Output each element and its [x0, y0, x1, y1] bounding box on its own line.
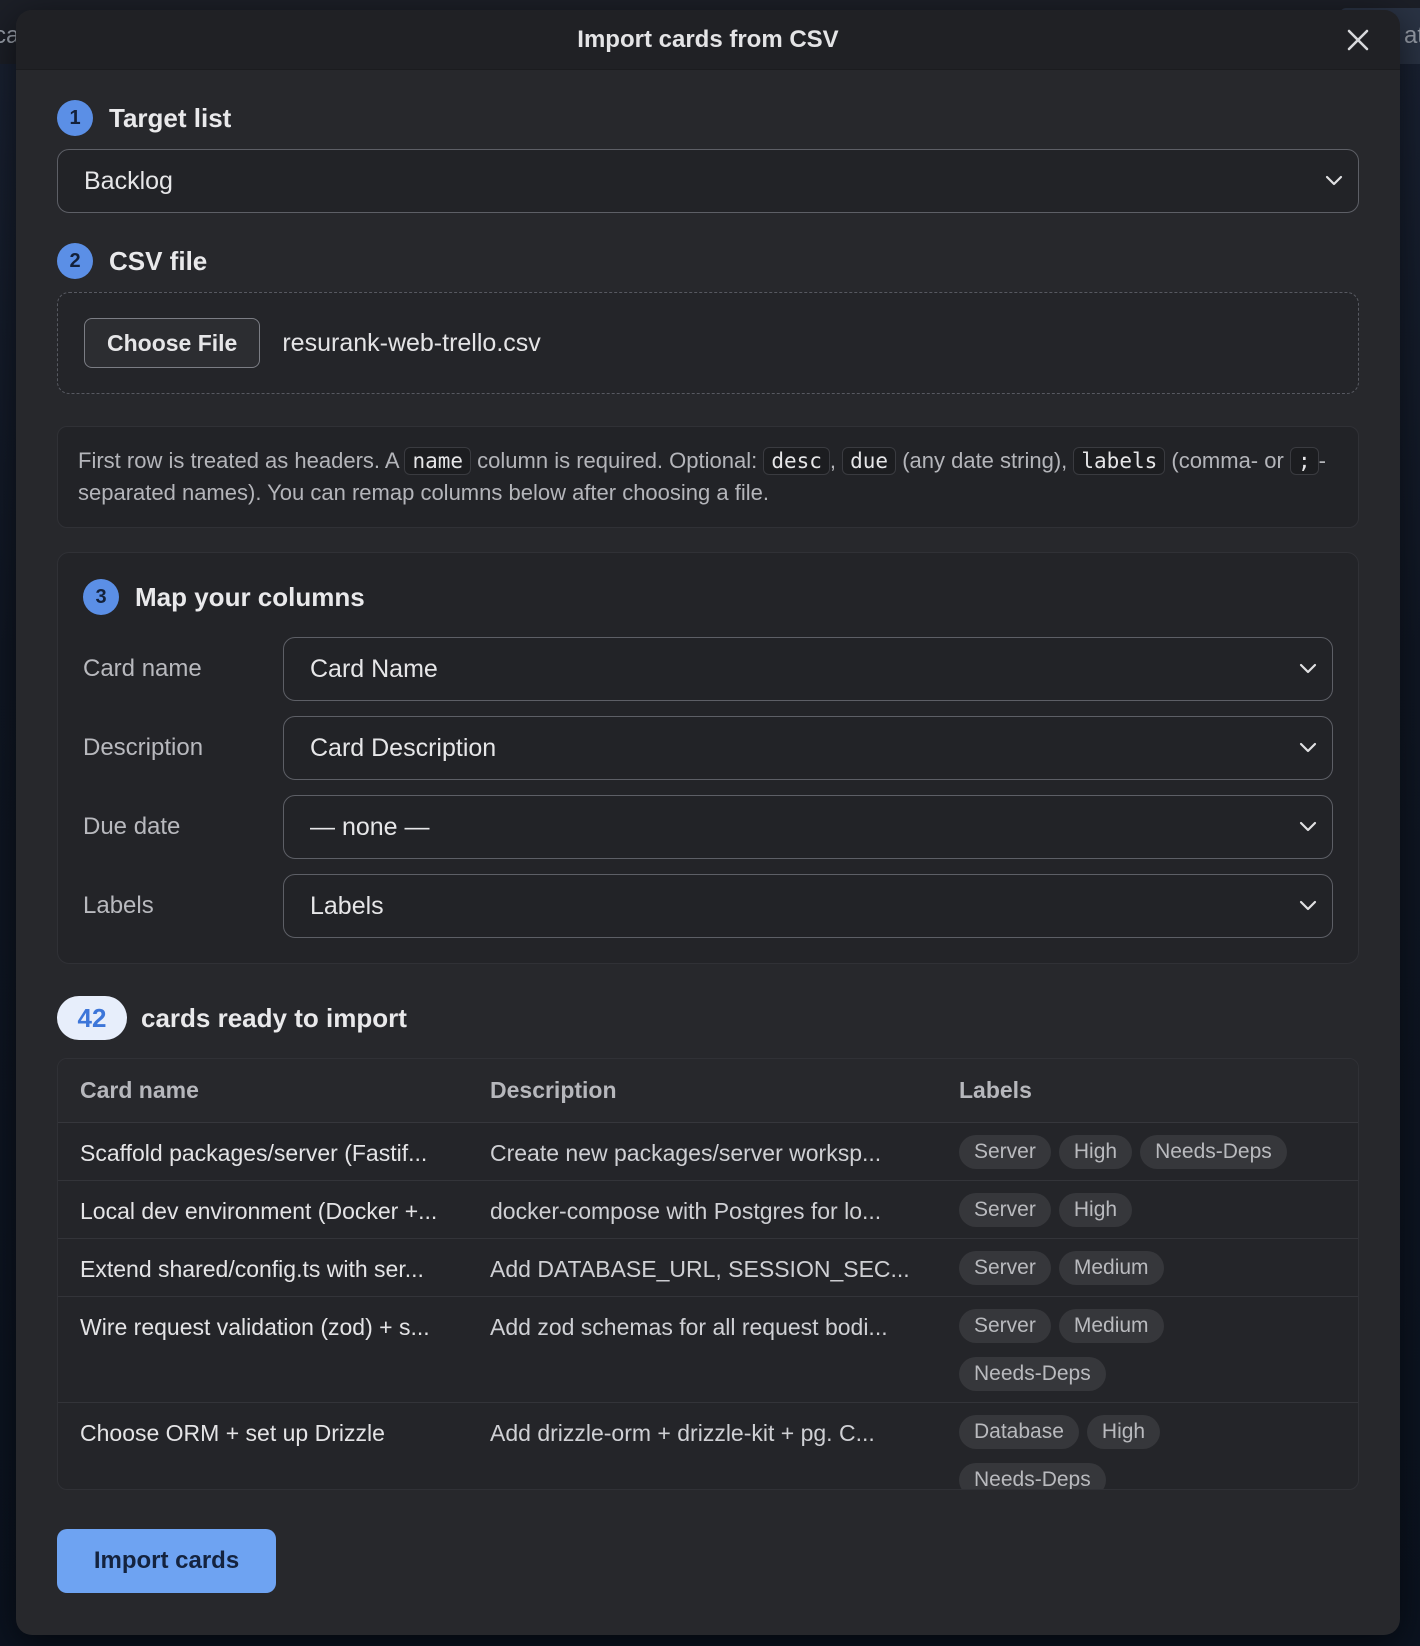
step-title: Target list [109, 102, 232, 133]
label-tag: High [1058, 1193, 1133, 1227]
mapping-row-description: Description Card Description [83, 716, 1333, 780]
table-header: Card name Description Labels [58, 1059, 1358, 1123]
card-name-cell: Scaffold packages/server (Fastif... [80, 1140, 428, 1166]
chevron-down-icon [1299, 742, 1317, 753]
hint-text: , [829, 448, 843, 473]
step-target-list-header: 1 Target list [57, 100, 1359, 136]
select-value: Card Description [310, 733, 497, 762]
close-icon [1347, 29, 1369, 51]
card-count-badge: 42 [57, 996, 127, 1040]
chevron-down-icon [1299, 821, 1317, 832]
label-tag: Server [959, 1309, 1051, 1343]
labels-cell: Server Medium [959, 1251, 1309, 1296]
preview-table[interactable]: Card name Description Labels Scaffold pa… [57, 1058, 1359, 1490]
due-date-column-select[interactable]: — none — [283, 795, 1333, 859]
step-csv-file-header: 2 CSV file [57, 243, 1359, 279]
ready-text: cards ready to import [141, 1002, 407, 1033]
description-cell: docker-compose with Postgres for lo... [490, 1198, 882, 1224]
labels-cell: Server Medium Needs-Deps [959, 1309, 1309, 1402]
hint-text: (any date string), [896, 448, 1074, 473]
mapping-label: Due date [83, 813, 181, 840]
label-tag: Needs-Deps [1140, 1135, 1287, 1169]
select-value: — none — [310, 812, 430, 841]
label-tag: Server [959, 1251, 1051, 1285]
labels-cell: Database High Needs-Deps [959, 1415, 1309, 1489]
column-header: Description [490, 1077, 617, 1103]
label-tag: Server [959, 1135, 1051, 1169]
select-value: Labels [310, 891, 384, 920]
labels-cell: Server High [959, 1193, 1309, 1238]
labels-cell: Server High Needs-Deps [959, 1135, 1309, 1180]
mapping-row-due-date: Due date — none — [83, 795, 1333, 859]
step-title: CSV file [109, 245, 208, 276]
hint-text: column is required. Optional: [471, 448, 764, 473]
card-name-cell: Choose ORM + set up Drizzle [80, 1420, 385, 1446]
dialog-title: Import cards from CSV [577, 25, 839, 53]
description-cell: Add zod schemas for all request bodi... [490, 1314, 888, 1340]
chevron-down-icon [1325, 175, 1343, 186]
chevron-down-icon [1299, 663, 1317, 674]
card-name-cell: Extend shared/config.ts with ser... [80, 1256, 424, 1282]
target-list-select[interactable]: Backlog [57, 149, 1359, 213]
table-row: Extend shared/config.ts with ser... Add … [58, 1239, 1358, 1297]
card-name-column-select[interactable]: Card Name [283, 637, 1333, 701]
label-tag: Needs-Deps [959, 1463, 1106, 1489]
column-header: Labels [959, 1077, 1032, 1103]
target-list-value: Backlog [84, 166, 173, 195]
label-tag: Server [959, 1193, 1051, 1227]
choose-file-button[interactable]: Choose File [84, 318, 261, 368]
code-labels: labels [1073, 447, 1166, 475]
hint-text: (comma- or [1165, 448, 1290, 473]
step-map-columns-header: 3 Map your columns [83, 579, 1333, 615]
background-text: at [1403, 22, 1420, 49]
file-drop-zone[interactable]: Choose File resurank-web-trello.csv [57, 292, 1359, 394]
description-cell: Create new packages/server worksp... [490, 1140, 882, 1166]
select-value: Card Name [310, 654, 438, 683]
table-row: Scaffold packages/server (Fastif... Crea… [58, 1123, 1358, 1181]
close-button[interactable] [1342, 24, 1374, 56]
label-tag: Medium [1058, 1251, 1164, 1285]
description-column-select[interactable]: Card Description [283, 716, 1333, 780]
label-tag: Medium [1058, 1309, 1164, 1343]
column-mapping-panel: 3 Map your columns Card name Card Name D… [57, 552, 1359, 964]
description-cell: Add drizzle-orm + drizzle-kit + pg. C... [490, 1420, 875, 1446]
code-name: name [404, 447, 472, 475]
label-tag: Needs-Deps [959, 1357, 1106, 1391]
chevron-down-icon [1299, 900, 1317, 911]
import-cards-button[interactable]: Import cards [57, 1529, 276, 1593]
step-number-badge: 3 [83, 579, 119, 615]
mapping-label: Card name [83, 655, 202, 682]
step-title: Map your columns [135, 581, 365, 612]
mapping-row-labels: Labels Labels [83, 874, 1333, 938]
import-summary: 42 cards ready to import [57, 996, 1359, 1040]
card-name-cell: Wire request validation (zod) + s... [80, 1314, 430, 1340]
step-number-badge: 2 [57, 243, 93, 279]
label-tag: Database [959, 1415, 1079, 1449]
column-header: Card name [80, 1077, 199, 1103]
code-due: due [842, 447, 897, 475]
label-tag: High [1058, 1135, 1133, 1169]
mapping-label: Description [83, 734, 204, 761]
code-semicolon: ; [1289, 447, 1319, 475]
step-number-badge: 1 [57, 100, 93, 136]
description-cell: Add DATABASE_URL, SESSION_SEC... [490, 1256, 910, 1282]
mapping-row-card-name: Card name Card Name [83, 637, 1333, 701]
dialog-header: Import cards from CSV [16, 10, 1400, 70]
label-tag: High [1086, 1415, 1161, 1449]
hint-text: First row is treated as headers. A [78, 448, 405, 473]
import-csv-dialog: Import cards from CSV 1 Target list Back… [16, 10, 1400, 1635]
csv-format-hint: First row is treated as headers. A name … [57, 426, 1359, 528]
table-row: Choose ORM + set up Drizzle Add drizzle-… [58, 1403, 1358, 1489]
mapping-label: Labels [83, 892, 154, 919]
code-desc: desc [763, 447, 830, 475]
labels-column-select[interactable]: Labels [283, 874, 1333, 938]
table-row: Local dev environment (Docker +... docke… [58, 1181, 1358, 1239]
selected-file-name: resurank-web-trello.csv [282, 328, 541, 357]
table-row: Wire request validation (zod) + s... Add… [58, 1297, 1358, 1403]
card-name-cell: Local dev environment (Docker +... [80, 1198, 438, 1224]
